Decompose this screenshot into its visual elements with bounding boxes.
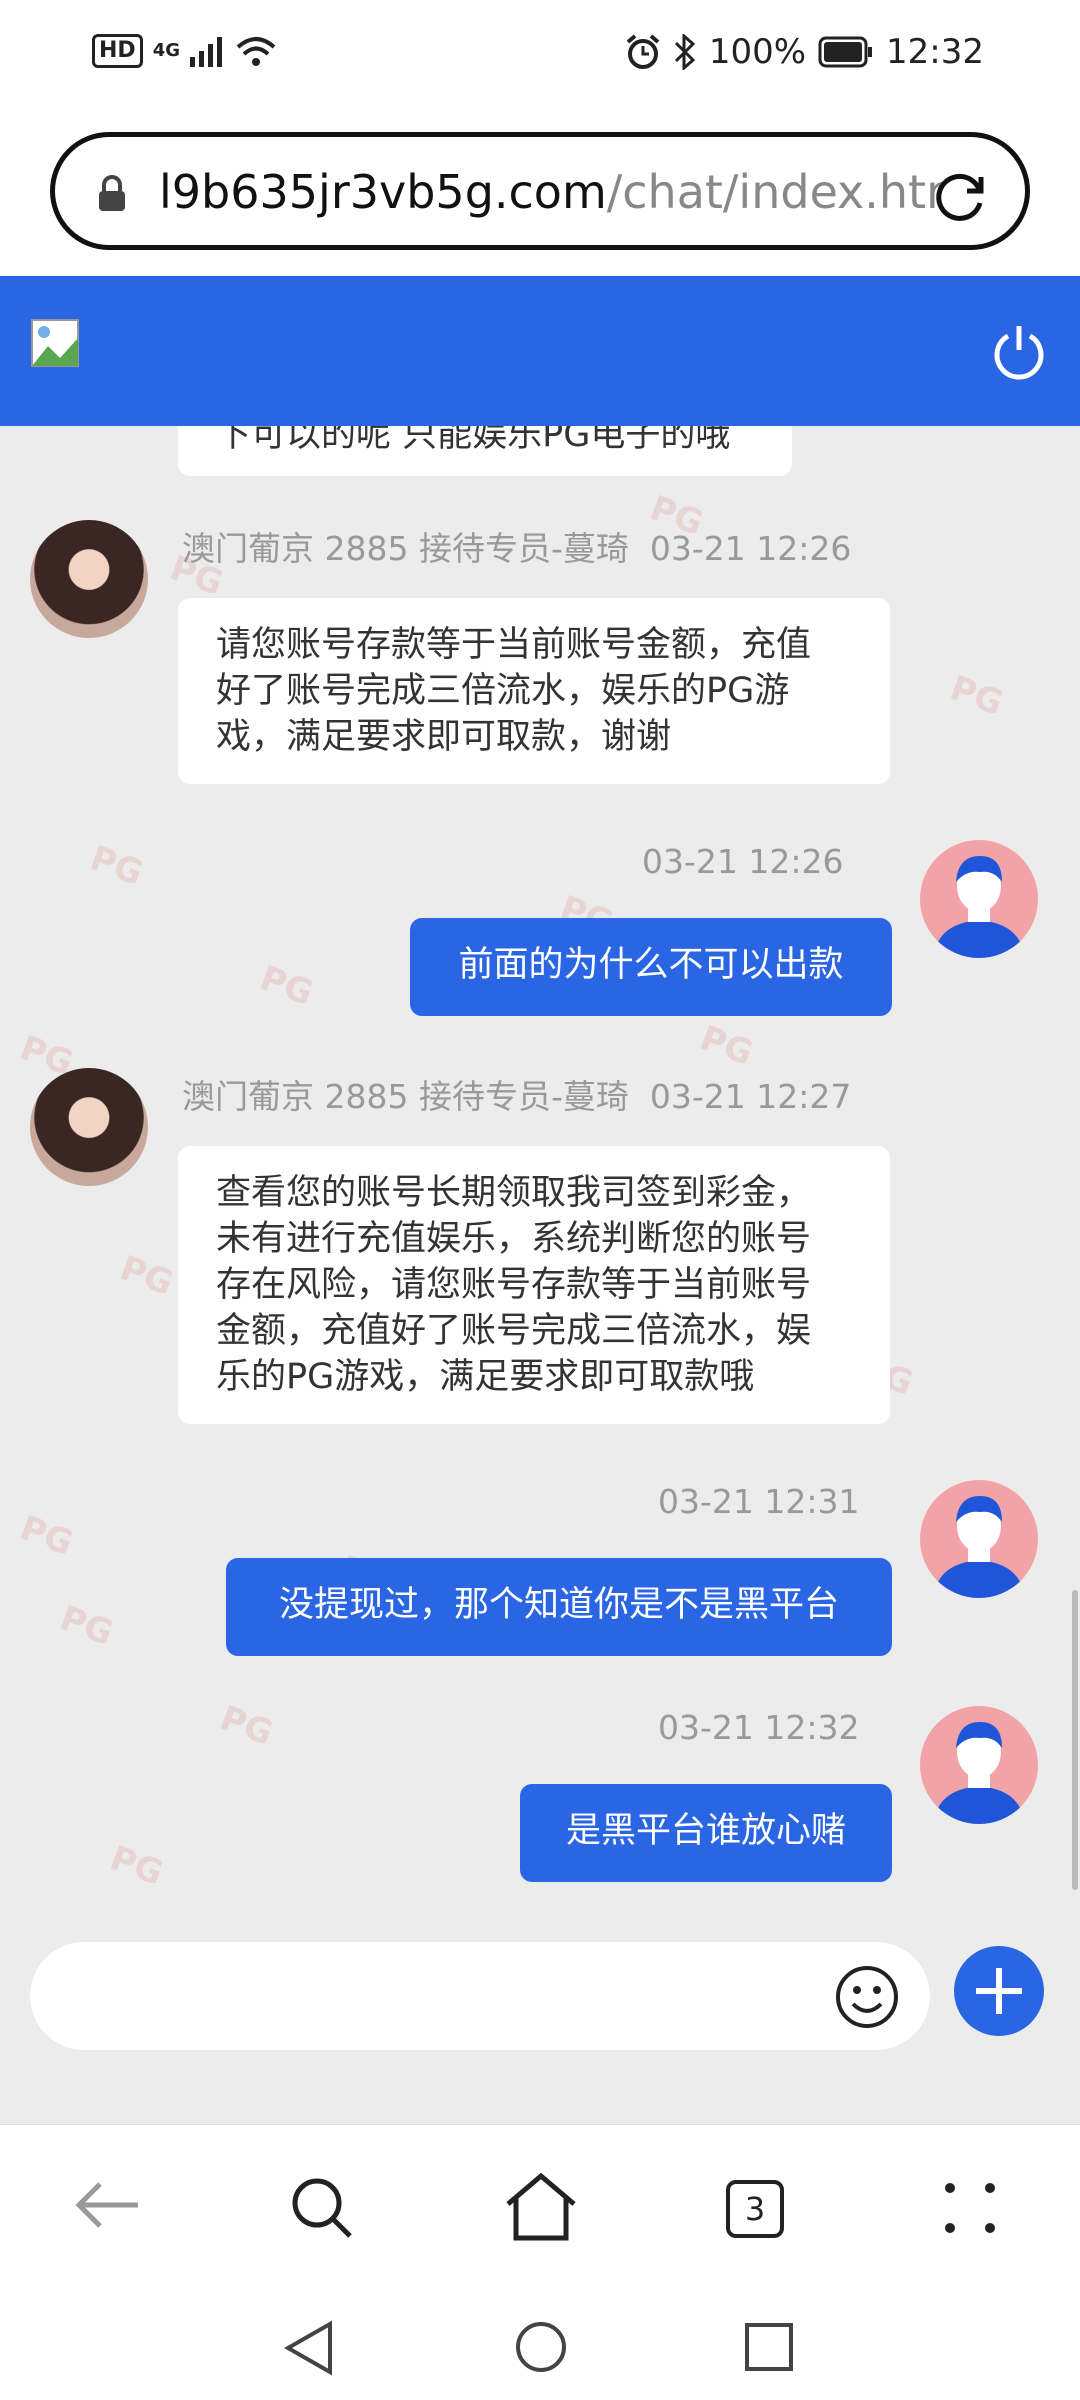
person-icon [934,1496,1024,1598]
message-line: 未有进行充值娱乐，系统判断您的账号 [216,1219,812,1259]
watermark: PG [104,1838,169,1894]
message-meta: 澳门葡京 2885 接待专员-蔓琦 03-21 12:27 [182,1070,851,1118]
battery-icon [818,36,873,68]
signal-icon [190,37,222,67]
wifi-icon [236,37,276,66]
chat-header [0,276,1080,426]
message-time: 03-21 12:26 [649,529,852,568]
power-icon[interactable] [990,322,1048,380]
status-left: HD 4G [92,34,276,68]
battery-percent: 100% [708,32,807,72]
lock-icon [99,175,125,211]
message-time: 03-21 12:27 [649,1077,852,1116]
user-avatar[interactable] [920,1480,1038,1598]
hd-badge: HD [92,34,143,68]
message-line: 好了账号完成三倍流水，娱乐的PG游 [216,671,790,711]
message-bubble-incoming: 请您账号存款等于当前账号金额，充值 好了账号完成三倍流水，娱乐的PG游 戏，满足… [178,598,890,784]
message-line: 请您账号存款等于当前账号金额，充值 [216,625,812,665]
message-input[interactable] [30,1942,930,2050]
message-line: 存在风险，请您账号存款等于当前账号 [216,1265,812,1305]
person-icon [934,1722,1024,1824]
message-text: 没提现过，那个知道你是不是黑平台 [278,1585,839,1625]
message-bubble-outgoing: 前面的为什么不可以出款 [410,918,892,1016]
message-text: 是黑平台谁放心赌 [565,1811,846,1851]
refresh-icon[interactable] [931,167,989,225]
alarm-icon [626,34,660,69]
emoji-icon[interactable] [834,1964,900,2030]
person-icon [934,856,1024,958]
watermark: PG [694,1018,759,1074]
nav-home-icon[interactable] [514,2320,568,2374]
message-text: 前面的为什么不可以出款 [458,945,844,985]
message-line: 戏，满足要求即可取款，谢谢 [216,717,672,757]
url-text[interactable]: l9b635jr3vb5g.com/chat/index.htr [159,165,949,219]
message-time: 03-21 12:26 [642,842,844,881]
agent-avatar[interactable] [30,520,148,638]
watermark: PG [14,1508,79,1564]
message-line: 查看您的账号长期领取我司签到彩金， [216,1173,812,1213]
sender-name: 澳门葡京 2885 接待专员-蔓琦 [182,529,629,568]
address-bar[interactable]: l9b635jr3vb5g.com/chat/index.htr [50,132,1030,250]
clock: 12:32 [886,32,984,72]
user-avatar[interactable] [920,1706,1038,1824]
message-bubble-incoming: 查看您的账号长期领取我司签到彩金， 未有进行充值娱乐，系统判断您的账号 存在风险… [178,1146,890,1424]
back-icon[interactable] [74,2180,140,2230]
chat-messages[interactable]: PG PG PG PG PG PG PG PG PG PG PG PG PG P… [0,426,1080,1910]
message-text: 下可以的呢 只能娱乐PG电子的哦 [216,426,731,455]
message-meta: 澳门葡京 2885 接待专员-蔓琦 03-21 12:26 [182,522,851,570]
watermark: PG [84,838,149,894]
url-domain: l9b635jr3vb5g.com [159,165,607,219]
status-bar: HD 4G 100% 12:32 [0,0,1080,110]
bluetooth-icon [674,34,695,70]
message-line: 乐的PG游戏，满足要求即可取款哦 [216,1357,755,1397]
message-bubble-outgoing: 是黑平台谁放心赌 [520,1784,892,1882]
sender-name: 澳门葡京 2885 接待专员-蔓琦 [182,1077,629,1116]
message-time: 03-21 12:32 [658,1708,860,1747]
watermark: PG [254,958,319,1014]
network-label: 4G [152,40,180,61]
agent-avatar[interactable] [30,1068,148,1186]
add-button[interactable] [954,1946,1044,2036]
watermark: PG [214,1698,279,1754]
nav-back-icon[interactable] [284,2320,334,2376]
url-path: /chat/index.htr [606,165,946,219]
status-right: 100% 12:32 [625,32,984,72]
user-avatar[interactable] [920,840,1038,958]
message-line: 金额，充值好了账号完成三倍流水，娱 [216,1311,812,1351]
broken-image-icon [31,319,79,367]
nav-recents-icon[interactable] [744,2322,794,2372]
home-icon[interactable] [504,2172,578,2242]
watermark: PG [114,1248,179,1304]
watermark: PG [944,668,1009,724]
message-bubble-outgoing: 没提现过，那个知道你是不是黑平台 [226,1558,892,1656]
message-bubble-incoming: 下可以的呢 只能娱乐PG电子的哦 [178,426,792,476]
menu-icon[interactable] [942,2180,998,2236]
tabs-button[interactable]: 3 [726,2180,784,2238]
add-icon [976,1968,1022,2014]
message-time: 03-21 12:31 [658,1482,860,1521]
watermark: PG [54,1598,119,1654]
scrollbar[interactable] [1072,1590,1078,1890]
search-icon[interactable] [290,2176,354,2240]
